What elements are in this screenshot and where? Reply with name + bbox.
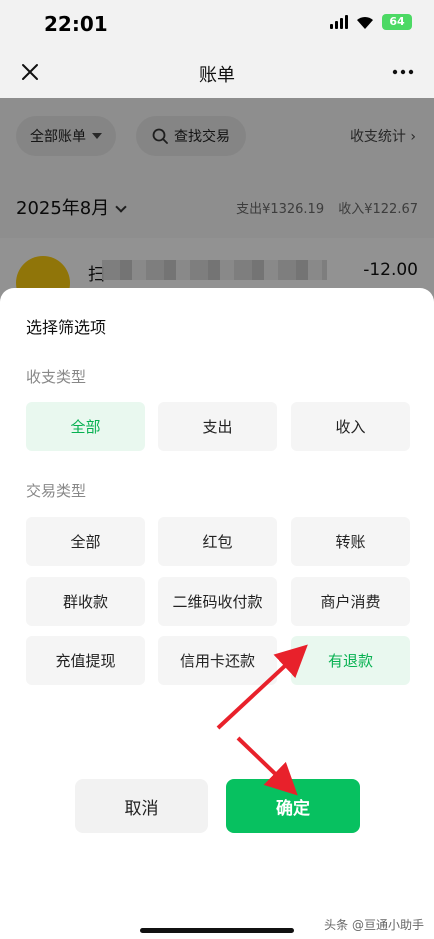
txn-type-all[interactable]: 全部	[26, 517, 145, 566]
txn-type-merchant[interactable]: 商户消费	[291, 577, 410, 626]
watermark: 头条 @亘通小助手	[324, 918, 424, 932]
txn-type-topup-withdraw[interactable]: 充值提现	[26, 636, 145, 685]
income-type-all[interactable]: 全部	[26, 402, 145, 451]
battery-icon: 64	[382, 14, 412, 30]
page-title: 账单	[199, 65, 235, 86]
status-bar: 22:01 64	[0, 0, 434, 48]
txn-type-transfer[interactable]: 转账	[291, 517, 410, 566]
cancel-button[interactable]: 取消	[75, 779, 208, 833]
txn-type-group-collect[interactable]: 群收款	[26, 577, 145, 626]
income-type-income[interactable]: 收入	[291, 402, 410, 451]
income-type-label: 收支类型	[26, 368, 87, 386]
txn-type-credit-card[interactable]: 信用卡还款	[158, 636, 277, 685]
txn-type-label: 交易类型	[26, 482, 87, 500]
txn-type-qr-payment[interactable]: 二维码收付款	[158, 577, 277, 626]
more-icon[interactable]	[392, 62, 414, 82]
txn-type-red-packet[interactable]: 红包	[158, 517, 277, 566]
status-time: 22:01	[44, 12, 108, 36]
wifi-icon	[357, 16, 373, 29]
home-indicator	[140, 928, 294, 933]
filter-sheet: 选择筛选项 收支类型 全部 支出 收入 交易类型 全部 红包 转账 群收款 二维…	[0, 288, 434, 939]
confirm-button[interactable]: 确定	[226, 779, 360, 833]
status-icons: 64	[330, 14, 412, 30]
txn-type-refund[interactable]: 有退款	[291, 636, 410, 685]
signal-icon	[330, 15, 348, 29]
income-type-expense[interactable]: 支出	[158, 402, 277, 451]
nav-bar: 账单	[0, 48, 434, 98]
sheet-title: 选择筛选项	[26, 318, 107, 337]
